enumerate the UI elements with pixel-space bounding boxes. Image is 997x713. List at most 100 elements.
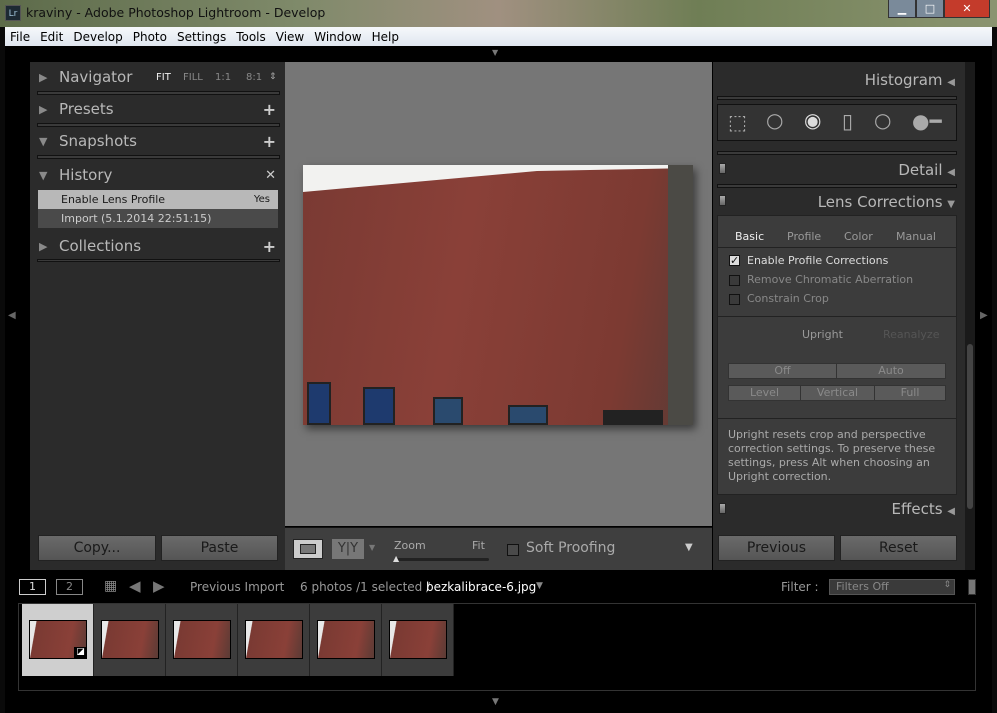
presets-header[interactable]: ▶ Presets +	[37, 95, 280, 123]
title-bar: Lr kraviny - Adobe Photoshop Lightroom -…	[0, 0, 997, 27]
source-label[interactable]: Previous Import	[190, 580, 284, 594]
upright-full-button[interactable]: Full	[874, 385, 946, 401]
red-eye-icon[interactable]: ◉	[804, 108, 821, 132]
previous-button[interactable]: Previous	[718, 535, 835, 561]
add-preset-icon[interactable]: +	[263, 100, 276, 119]
filter-lock-switch[interactable]	[968, 579, 976, 595]
photo-preview[interactable]	[303, 165, 693, 425]
thumbnail[interactable]: ◪	[22, 604, 94, 676]
top-panel-toggle-icon[interactable]: ▼	[492, 48, 498, 57]
divider	[718, 418, 956, 419]
menu-view[interactable]: View	[271, 30, 309, 44]
tab-profile[interactable]: Profile	[787, 230, 821, 243]
right-panel-toggle-icon[interactable]: ▶	[980, 310, 988, 321]
thumbnail[interactable]	[310, 604, 382, 676]
spot-removal-icon[interactable]: ○	[766, 108, 783, 132]
thumbnail[interactable]	[166, 604, 238, 676]
upright-vertical-button[interactable]: Vertical	[800, 385, 875, 401]
thumbnail[interactable]	[238, 604, 310, 676]
menu-develop[interactable]: Develop	[68, 30, 127, 44]
crop-tool-icon[interactable]: ⬚	[728, 110, 747, 134]
minimize-button[interactable]: ▁	[888, 0, 916, 18]
window	[307, 382, 331, 425]
copy-button[interactable]: Copy...	[38, 535, 156, 561]
lens-corrections-header[interactable]: Lens Corrections ▼	[818, 193, 955, 211]
add-snapshot-icon[interactable]: +	[263, 132, 276, 151]
tab-color[interactable]: Color	[844, 230, 873, 243]
bottom-panel-toggle-icon[interactable]: ▼	[492, 697, 499, 707]
thumbnail[interactable]	[382, 604, 454, 676]
expand-icon: ▶	[39, 102, 48, 116]
menu-settings[interactable]: Settings	[172, 30, 231, 44]
menu-edit[interactable]: Edit	[35, 30, 68, 44]
before-after-button[interactable]: Y|Y	[332, 539, 364, 559]
grid-view-icon[interactable]: ▦	[104, 578, 117, 594]
filename-dropdown-icon[interactable]: ▼	[536, 581, 543, 591]
menu-window[interactable]: Window	[309, 30, 366, 44]
left-panel: ▶ Navigator FIT FILL 1:1 8:1 ⇕ ▶ Presets + …	[30, 62, 285, 570]
close-button[interactable]: ✕	[944, 0, 990, 18]
clear-history-icon[interactable]: ✕	[265, 168, 276, 183]
maximize-button[interactable]: □	[916, 0, 944, 18]
secondary-display-button[interactable]: 2	[56, 579, 83, 595]
constrain-crop-checkbox[interactable]	[729, 294, 740, 305]
stone-wall	[668, 165, 693, 425]
remove-ca-checkbox[interactable]	[729, 275, 740, 286]
snapshots-header[interactable]: ▼ Snapshots +	[37, 127, 280, 155]
filename[interactable]: bezkalibrace-6.jpg	[426, 580, 536, 594]
upright-off-button[interactable]: Off	[728, 363, 837, 379]
back-arrow-icon[interactable]: ◀	[129, 577, 141, 595]
collections-header[interactable]: ▶ Collections +	[37, 232, 280, 260]
add-collection-icon[interactable]: +	[263, 237, 276, 256]
enable-profile-label: Enable Profile Corrections	[747, 254, 889, 267]
loupe-view-button[interactable]	[293, 539, 323, 559]
history-item[interactable]: Enable Lens Profile Yes	[38, 190, 278, 209]
panel-switch[interactable]	[719, 195, 726, 206]
expand-icon: ▶	[39, 70, 48, 84]
menu-photo[interactable]: Photo	[128, 30, 172, 44]
tab-manual[interactable]: Manual	[896, 230, 936, 243]
forward-arrow-icon[interactable]: ▶	[153, 577, 165, 595]
adjustment-brush-icon[interactable]: ●━	[912, 109, 942, 133]
zoom-slider[interactable]	[395, 558, 489, 561]
upright-level-button[interactable]: Level	[728, 385, 801, 401]
upright-auto-button[interactable]: Auto	[836, 363, 946, 379]
collapse-icon: ◀	[947, 77, 955, 88]
before-after-dropdown-icon[interactable]: ▼	[369, 543, 375, 552]
right-panel-scrollbar[interactable]	[965, 62, 975, 570]
menu-help[interactable]: Help	[367, 30, 404, 44]
expand-icon: ▶	[39, 239, 48, 253]
detail-header[interactable]: Detail ◀	[898, 161, 955, 179]
zoom-stepper-icon[interactable]: ⇕	[269, 72, 277, 82]
panel-switch[interactable]	[719, 163, 726, 174]
radial-filter-icon[interactable]: ○	[874, 108, 891, 132]
menu-file[interactable]: File	[5, 30, 35, 44]
thumbnail[interactable]	[94, 604, 166, 676]
reanalyze-button[interactable]: Reanalyze	[883, 328, 939, 341]
zoom-fit[interactable]: FIT	[156, 72, 171, 83]
menu-tools[interactable]: Tools	[231, 30, 271, 44]
effects-header[interactable]: Effects ◀	[892, 500, 955, 518]
panel-switch[interactable]	[719, 503, 726, 514]
history-item[interactable]: Import (5.1.2014 22:51:15)	[38, 209, 278, 228]
reset-button[interactable]: Reset	[840, 535, 957, 561]
graduated-filter-icon[interactable]: ▯	[842, 109, 853, 133]
filter-select[interactable]: Filters Off ⇕	[829, 579, 955, 595]
tab-basic[interactable]: Basic	[735, 230, 764, 243]
history-item-label: Enable Lens Profile	[61, 193, 166, 206]
primary-display-button[interactable]: 1	[19, 579, 46, 595]
soft-proofing-checkbox[interactable]	[507, 544, 519, 556]
zoom-slider-handle[interactable]: ▲	[393, 554, 399, 563]
zoom-fill[interactable]: FILL	[183, 72, 203, 83]
toolbar-options-icon[interactable]: ▼	[685, 542, 693, 553]
expand-icon: ▼	[947, 199, 955, 210]
enable-profile-checkbox[interactable]: ✓	[729, 255, 740, 266]
history-header[interactable]: ▼ History ✕	[37, 161, 280, 189]
navigator-header[interactable]: ▶ Navigator FIT FILL 1:1 8:1 ⇕	[37, 63, 280, 91]
scrollbar-thumb[interactable]	[967, 344, 973, 509]
zoom-8-1[interactable]: 8:1	[246, 72, 262, 83]
paste-button[interactable]: Paste	[161, 535, 278, 561]
histogram-header[interactable]: Histogram ◀	[865, 71, 955, 89]
zoom-1-1[interactable]: 1:1	[215, 72, 231, 83]
left-panel-toggle-icon[interactable]: ◀	[8, 310, 16, 321]
